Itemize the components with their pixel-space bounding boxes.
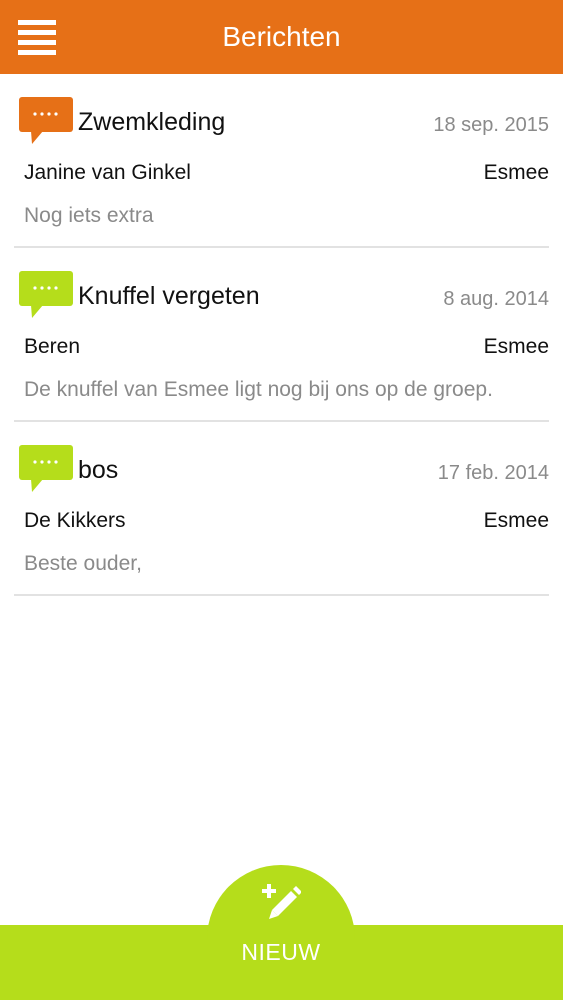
app-header: Berichten xyxy=(0,0,563,74)
message-list: Zwemkleding 18 sep. 2015 Janine van Gink… xyxy=(0,74,563,596)
message-recipient: Esmee xyxy=(483,161,549,184)
message-item[interactable]: bos 17 feb. 2014 De Kikkers Esmee Beste … xyxy=(14,422,549,596)
message-subject: Knuffel vergeten xyxy=(78,282,260,310)
chat-bubble-icon xyxy=(19,271,73,318)
message-item[interactable]: Zwemkleding 18 sep. 2015 Janine van Gink… xyxy=(14,74,549,248)
message-sender: Janine van Ginkel xyxy=(24,161,191,184)
message-date: 17 feb. 2014 xyxy=(437,462,549,484)
message-preview: Beste ouder, xyxy=(24,552,142,575)
message-subject: bos xyxy=(78,456,119,484)
message-recipient: Esmee xyxy=(483,509,549,532)
message-sender: Beren xyxy=(24,335,81,358)
new-message-button[interactable]: NIEUW xyxy=(207,865,355,1000)
message-date: 18 sep. 2015 xyxy=(433,114,549,136)
message-preview: Nog iets extra xyxy=(24,204,154,227)
message-recipient: Esmee xyxy=(483,335,549,358)
message-preview: De knuffel van Esmee ligt nog bij ons op… xyxy=(24,378,493,401)
new-message-label: NIEUW xyxy=(241,939,321,965)
message-date: 8 aug. 2014 xyxy=(443,288,549,310)
message-item[interactable]: Knuffel vergeten 8 aug. 2014 Beren Esmee… xyxy=(14,248,549,422)
compose-pencil-icon xyxy=(262,884,301,919)
message-subject: Zwemkleding xyxy=(78,108,226,136)
page-title: Berichten xyxy=(222,21,341,52)
chat-bubble-icon xyxy=(19,97,73,144)
chat-bubble-icon xyxy=(19,445,73,492)
message-sender: De Kikkers xyxy=(24,509,126,532)
